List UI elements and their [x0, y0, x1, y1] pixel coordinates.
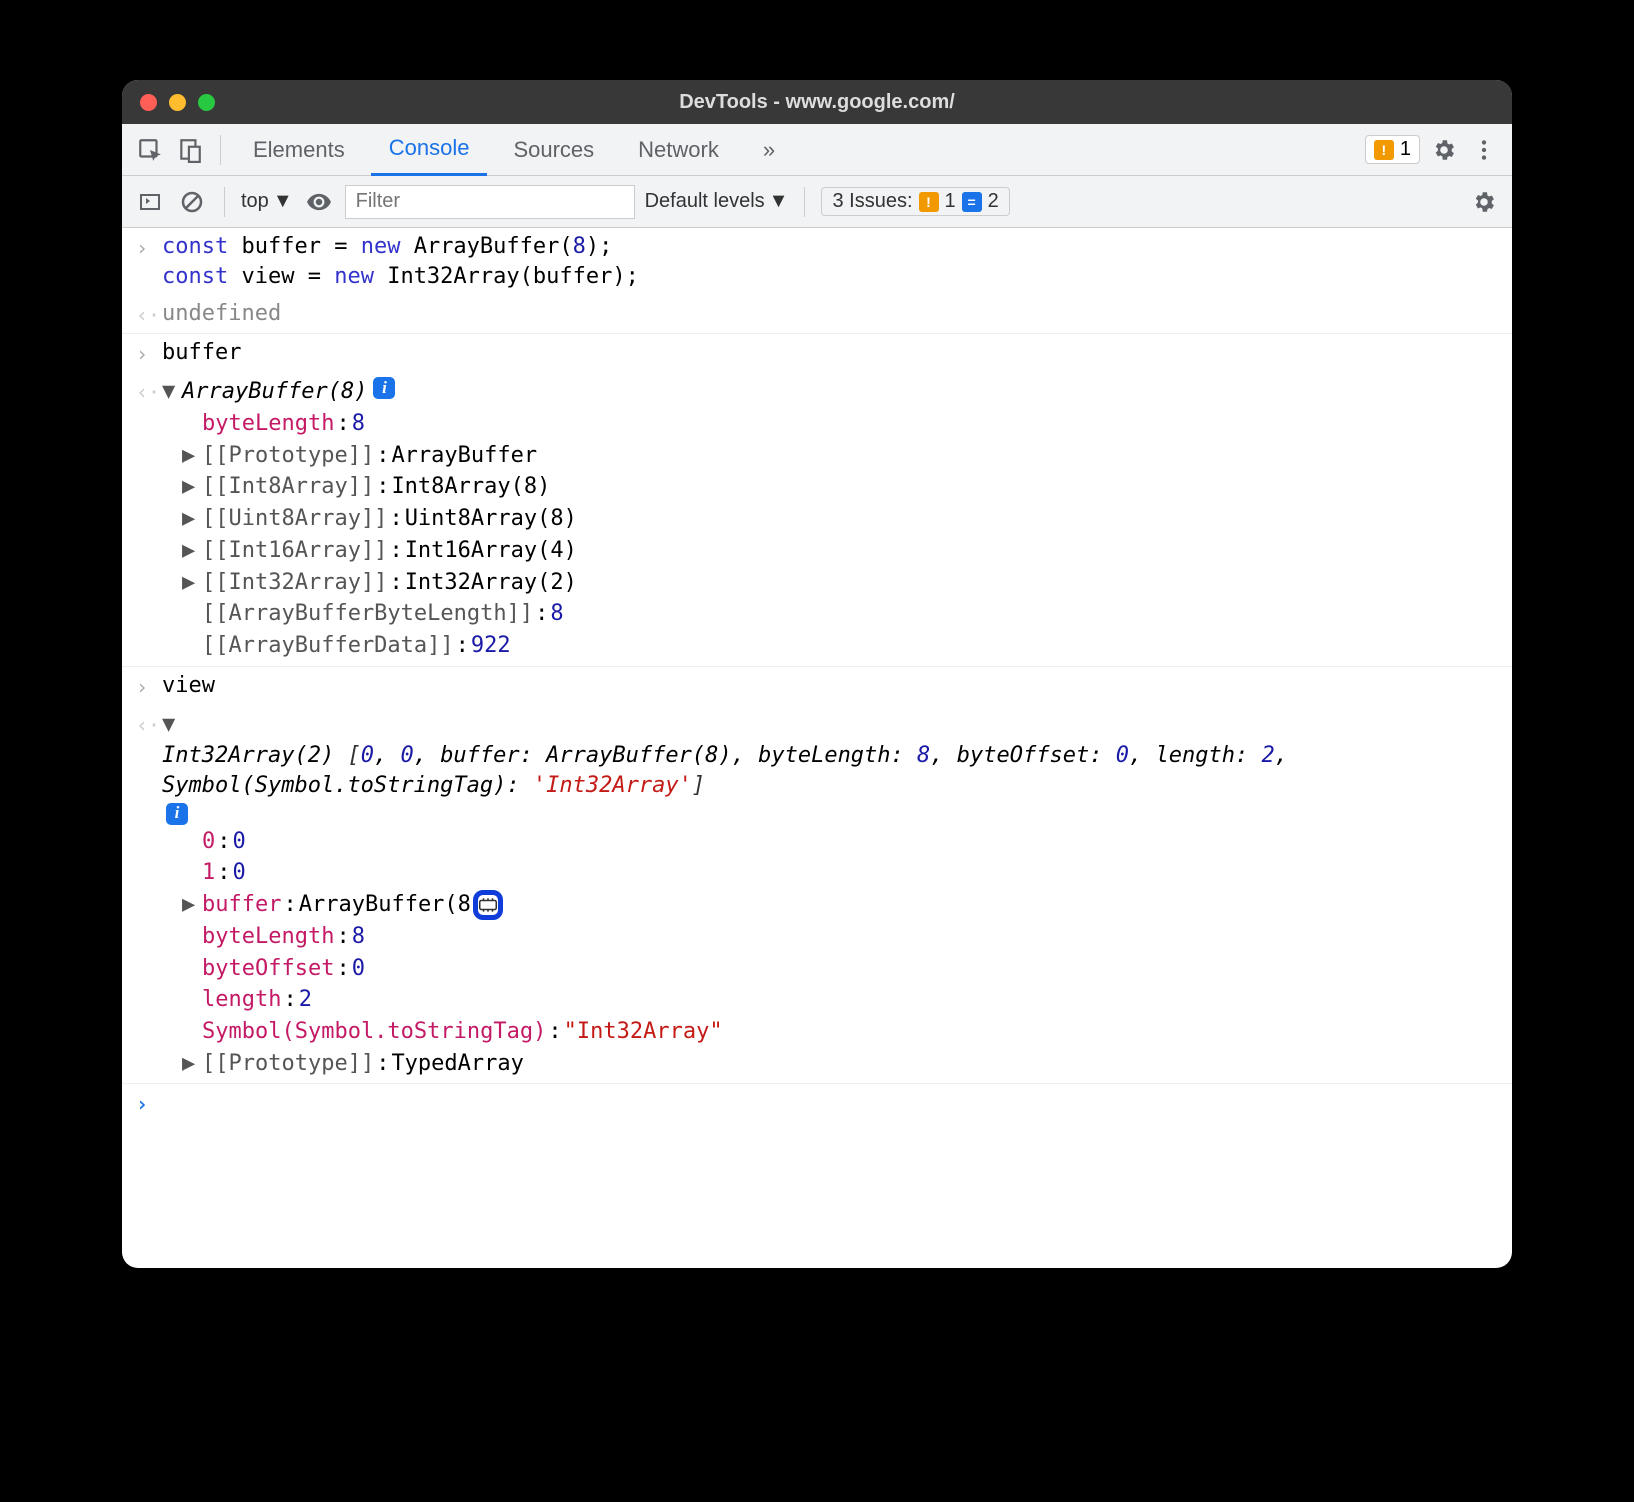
disclosure-triangle-icon[interactable]: ▶: [182, 441, 200, 471]
object-property[interactable]: ▶ buffer: ArrayBuffer(8: [182, 889, 1498, 921]
return-chevron-icon: ‹·: [136, 376, 162, 661]
object-property[interactable]: ▶[[Int32Array]]: Int32Array(2): [182, 567, 1498, 599]
object-property[interactable]: ▶byteOffset: 0: [182, 953, 1498, 985]
object-property[interactable]: ▶[[ArrayBufferByteLength]]: 8: [182, 598, 1498, 630]
console-output: › const buffer = new ArrayBuffer(8); con…: [122, 228, 1512, 1268]
toggle-sidebar-icon[interactable]: [134, 186, 166, 218]
window-title: DevTools - www.google.com/: [122, 91, 1512, 114]
input-chevron-icon: ›: [136, 671, 162, 701]
object-property[interactable]: ▶[[Int16Array]]: Int16Array(4): [182, 535, 1498, 567]
object-property[interactable]: ▶0: 0: [182, 826, 1498, 858]
separator: [224, 187, 225, 217]
console-return-row: ‹· undefined: [122, 295, 1512, 334]
object-property[interactable]: ▶[[ArrayBufferData]]: 922: [182, 630, 1498, 662]
object-property[interactable]: ▶[[Int8Array]]: Int8Array(8): [182, 471, 1498, 503]
prompt-chevron-icon: ›: [136, 1088, 162, 1118]
object-property[interactable]: ▶byteLength: 8: [182, 921, 1498, 953]
settings-icon[interactable]: [1428, 134, 1460, 166]
kebab-menu-icon[interactable]: [1468, 134, 1500, 166]
warning-icon: !: [919, 192, 939, 212]
object-property[interactable]: ▶length: 2: [182, 984, 1498, 1016]
disclosure-triangle-icon[interactable]: ▶: [182, 504, 200, 534]
disclosure-triangle-icon[interactable]: ▶: [182, 1049, 200, 1079]
console-input-row: › buffer: [122, 334, 1512, 372]
titlebar: DevTools - www.google.com/: [122, 80, 1512, 124]
tab-console[interactable]: Console: [371, 124, 488, 176]
disclosure-triangle-icon[interactable]: ▼: [162, 710, 180, 740]
console-input-row: › view: [122, 667, 1512, 705]
return-chevron-icon: ‹·: [136, 709, 162, 1080]
return-chevron-icon: ‹·: [136, 299, 162, 329]
warning-count: 1: [1400, 138, 1411, 161]
device-toolbar-icon[interactable]: [174, 134, 206, 166]
tab-network[interactable]: Network: [620, 124, 737, 176]
disclosure-triangle-icon[interactable]: ▶: [182, 472, 200, 502]
maximize-window-button[interactable]: [198, 94, 215, 111]
info-icon: =: [962, 192, 982, 212]
console-prompt[interactable]: ›: [122, 1084, 1512, 1122]
input-chevron-icon: ›: [136, 232, 162, 291]
tab-sources[interactable]: Sources: [495, 124, 612, 176]
object-header[interactable]: ▼ ArrayBuffer(8) i: [162, 376, 1498, 408]
toolbar-warnings-chip[interactable]: ! 1: [1365, 135, 1420, 164]
object-property[interactable]: ▶1: 0: [182, 857, 1498, 889]
object-property[interactable]: ▶[[Prototype]]: TypedArray: [182, 1048, 1498, 1080]
devtools-window: DevTools - www.google.com/ Elements Cons…: [122, 80, 1512, 1268]
tab-elements[interactable]: Elements: [235, 124, 363, 176]
minimize-window-button[interactable]: [169, 94, 186, 111]
console-return-row: ‹· ▼ ArrayBuffer(8) i ▶byteLength: 8 ▶[[…: [122, 372, 1512, 666]
object-property[interactable]: ▶byteLength: 8: [182, 408, 1498, 440]
main-toolbar: Elements Console Sources Network » ! 1: [122, 124, 1512, 176]
object-property[interactable]: ▶[[Prototype]]: ArrayBuffer: [182, 440, 1498, 472]
disclosure-triangle-icon[interactable]: ▶: [182, 536, 200, 566]
window-controls: [140, 94, 215, 111]
close-window-button[interactable]: [140, 94, 157, 111]
dropdown-icon: ▼: [273, 190, 293, 213]
memory-inspector-icon[interactable]: [473, 890, 503, 920]
clear-console-icon[interactable]: [176, 186, 208, 218]
disclosure-triangle-icon[interactable]: ▼: [162, 377, 180, 407]
disclosure-triangle-icon[interactable]: ▶: [182, 568, 200, 598]
input-chevron-icon: ›: [136, 338, 162, 368]
tab-more[interactable]: »: [745, 124, 793, 176]
dropdown-icon: ▼: [769, 190, 789, 213]
filter-input[interactable]: [345, 185, 635, 219]
issues-link[interactable]: 3 Issues: ! 1 = 2: [821, 187, 1009, 216]
info-icon[interactable]: i: [373, 377, 395, 399]
separator: [804, 187, 805, 217]
disclosure-triangle-icon[interactable]: ▶: [182, 890, 200, 920]
object-property[interactable]: ▶Symbol(Symbol.toStringTag): "Int32Array…: [182, 1016, 1498, 1048]
warning-icon: !: [1374, 140, 1394, 160]
log-level-selector[interactable]: Default levels ▼: [645, 190, 789, 213]
console-toolbar: top ▼ Default levels ▼ 3 Issues: ! 1 = 2: [122, 176, 1512, 228]
context-selector[interactable]: top ▼: [241, 190, 293, 213]
console-input-row: › const buffer = new ArrayBuffer(8); con…: [122, 228, 1512, 295]
live-expression-icon[interactable]: [303, 186, 335, 218]
object-header[interactable]: ▼ Int32Array(2) [0, 0, buffer: ArrayBuff…: [162, 709, 1498, 826]
object-property[interactable]: ▶[[Uint8Array]]: Uint8Array(8): [182, 503, 1498, 535]
console-return-row: ‹· ▼ Int32Array(2) [0, 0, buffer: ArrayB…: [122, 705, 1512, 1085]
console-settings-icon[interactable]: [1468, 186, 1500, 218]
info-icon[interactable]: i: [166, 803, 188, 825]
inspect-element-icon[interactable]: [134, 134, 166, 166]
separator: [220, 135, 221, 165]
